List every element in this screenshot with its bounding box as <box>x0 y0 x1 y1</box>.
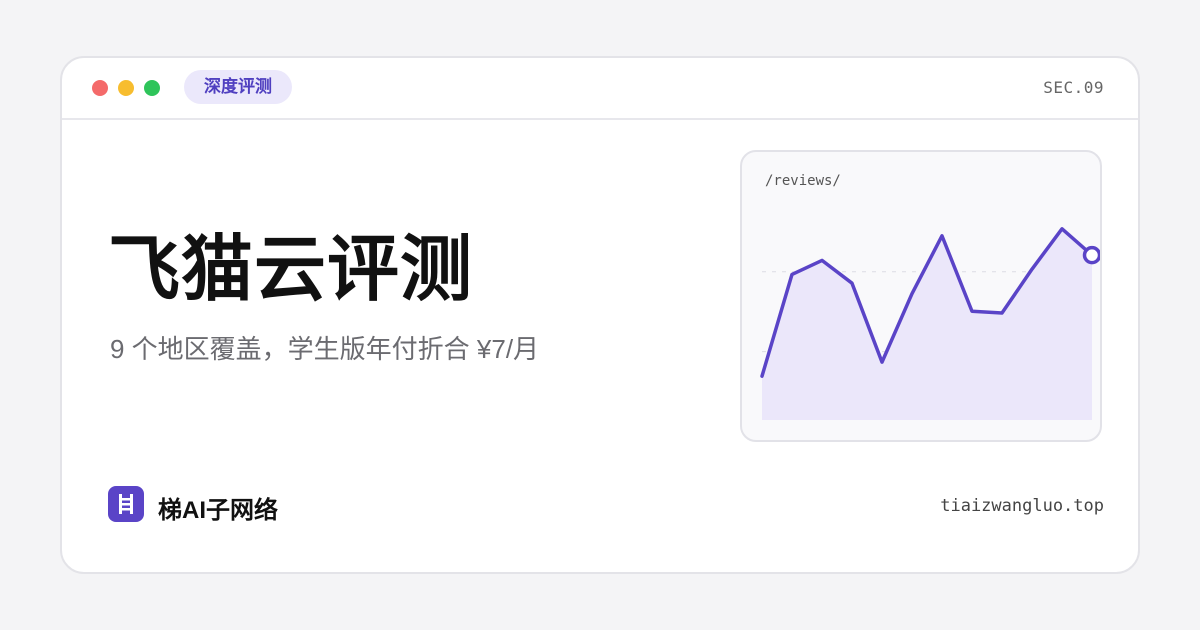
chart-end-point <box>1082 245 1100 265</box>
preview-card: 深度评测 SEC.09 飞猫云评测 9 个地区覆盖，学生版年付折合 ¥7/月 /… <box>60 56 1140 574</box>
page-subtitle: 9 个地区覆盖，学生版年付折合 ¥7/月 <box>110 334 540 364</box>
site-domain: tiaizwangluo.top <box>940 496 1104 516</box>
page-title: 飞猫云评测 <box>108 230 474 310</box>
brand-name: 梯AI子网络 <box>158 497 278 524</box>
window-close-dot <box>92 80 108 96</box>
section-code: SEC.09 <box>1043 78 1104 97</box>
chart-panel: /reviews/ <box>740 150 1102 442</box>
line-chart <box>760 227 1100 420</box>
category-tag: 深度评测 <box>184 70 292 104</box>
window-minimize-dot <box>118 80 134 96</box>
brand-logo <box>108 486 144 522</box>
window-maximize-dot <box>144 80 160 96</box>
window-titlebar: 深度评测 SEC.09 <box>62 58 1138 120</box>
ladder-icon <box>119 494 133 514</box>
